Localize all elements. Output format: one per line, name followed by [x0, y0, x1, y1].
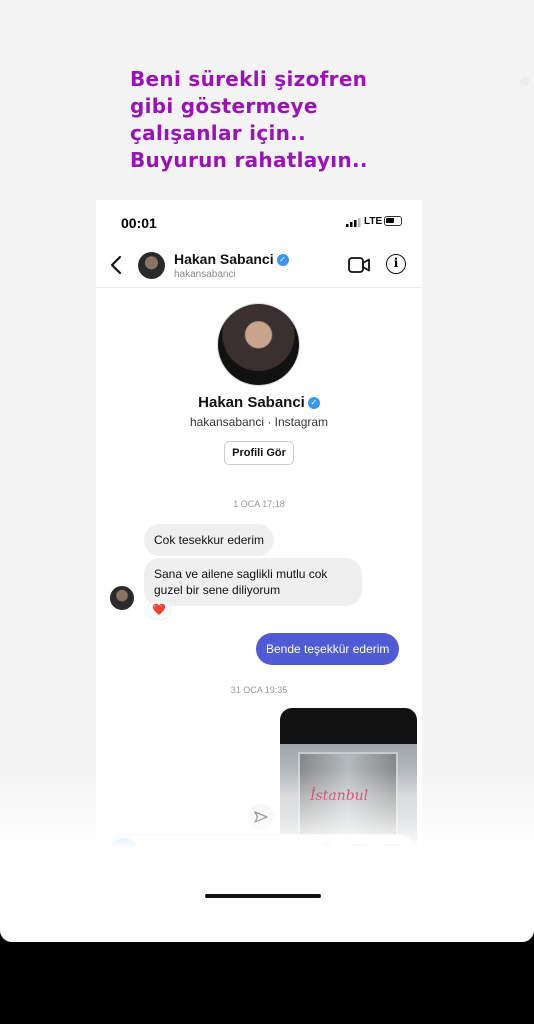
verified-badge-icon: ✓ [307, 397, 320, 410]
sender-avatar[interactable] [110, 586, 134, 610]
signal-icon [346, 218, 361, 227]
sticker-icon[interactable] [382, 843, 402, 863]
chat-header: Hakan Sabanci ✓ hakansabanci i [96, 244, 422, 288]
profile-subtitle: hakansabanci · Instagram [189, 415, 329, 429]
message-line: Sana ve ailene saglikli mutlu cok [154, 567, 328, 581]
media-text: İstanbul [310, 788, 369, 804]
profile-name: Hakan Sabanci [198, 394, 305, 411]
story-caption: Beni sürekli şizofren gibi göstermeye ça… [130, 66, 450, 174]
header-avatar[interactable] [138, 252, 165, 279]
header-name-row[interactable]: Hakan Sabanci ✓ [174, 251, 289, 267]
network-label: LTE [364, 216, 383, 227]
info-icon[interactable]: i [386, 254, 406, 274]
status-time: 00:01 [121, 215, 157, 231]
camera-icon[interactable] [110, 838, 139, 867]
send-icon[interactable] [248, 804, 274, 830]
caption-line: gibi göstermeye [130, 94, 318, 118]
verified-badge-icon: ✓ [276, 254, 289, 267]
gallery-icon[interactable] [349, 843, 369, 863]
message-timestamp: 31 OCA 19:35 [230, 685, 288, 695]
incoming-message[interactable]: Sana ve ailene saglikli mutlu cok guzel … [144, 558, 362, 606]
video-call-icon[interactable] [348, 256, 370, 274]
profile-avatar[interactable] [217, 303, 300, 386]
caption-line: Beni sürekli şizofren [130, 67, 368, 91]
message-timestamp: 1 OCA 17:18 [233, 499, 285, 509]
watermark: @ [519, 76, 530, 87]
microphone-icon[interactable] [317, 843, 337, 863]
story-background: @ Beni sürekli şizofren gibi göstermeye … [0, 0, 534, 942]
media-sign-text: İstanbul [310, 788, 368, 804]
home-indicator [205, 894, 321, 898]
heart-reaction-icon[interactable]: ❤️ [147, 600, 171, 620]
caption-line: çalışanlar için.. [130, 121, 306, 145]
outgoing-message[interactable]: Bende teşekkür ederim [256, 633, 400, 665]
battery-icon [384, 216, 402, 226]
status-bar: 00:01 LTE [96, 200, 422, 244]
header-username: hakansabanci [174, 269, 236, 280]
view-profile-button[interactable]: Profili Gör [224, 441, 294, 465]
header-name: Hakan Sabanci [174, 251, 274, 267]
back-chevron-icon[interactable] [108, 254, 124, 276]
message-line: guzel bir sene diliyorum [154, 583, 281, 597]
profile-name-row: Hakan Sabanci ✓ [96, 394, 422, 411]
incoming-message[interactable]: Cok tesekkur ederim [144, 524, 275, 556]
message-input[interactable]: Mesaj yaz... [147, 845, 216, 860]
caption-line: Buyurun rahatlayın.. [130, 148, 368, 172]
message-composer[interactable]: Mesaj yaz... [106, 834, 416, 870]
dm-screenshot: 00:01 LTE Hakan Sabanci ✓ hakansabanci i… [96, 200, 422, 890]
